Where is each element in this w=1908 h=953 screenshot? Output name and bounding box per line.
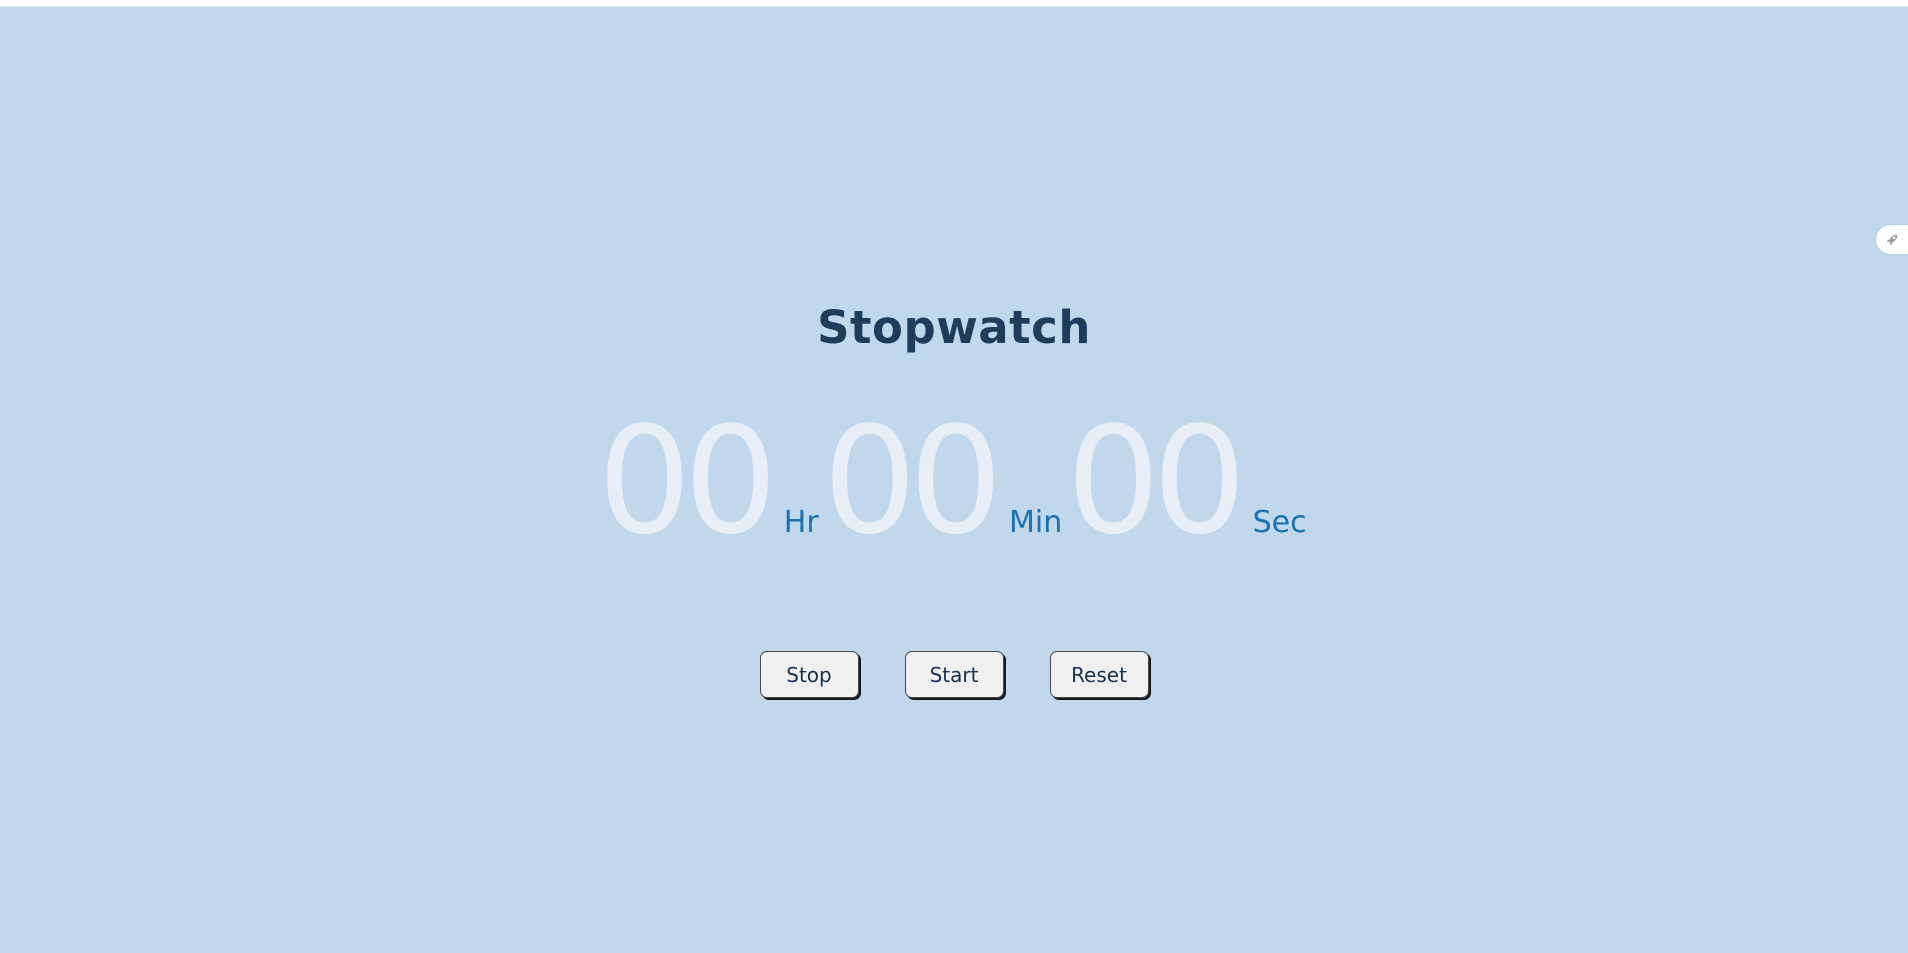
seconds-unit-label: Sec (1252, 505, 1307, 540)
control-buttons: Stop Start Reset (0, 651, 1908, 698)
start-button[interactable]: Start (904, 651, 1004, 698)
hours-value: 00 (597, 395, 777, 567)
hours-unit-label: Hr (783, 505, 819, 540)
minutes-unit-label: Min (1009, 505, 1063, 540)
stop-button[interactable]: Stop (759, 651, 859, 698)
reset-button[interactable]: Reset (1049, 651, 1149, 698)
stopwatch-page: Stopwatch 00 Hr 00 Min 00 Sec Stop Start… (0, 7, 1908, 953)
page-title: Stopwatch (817, 301, 1091, 354)
side-tool-button[interactable] (1876, 225, 1908, 254)
seconds-value: 00 (1066, 395, 1246, 567)
minutes-value: 00 (822, 395, 1003, 567)
top-strip (0, 0, 1908, 7)
rocket-icon (1886, 234, 1898, 245)
time-display: 00 Hr 00 Min 00 Sec (0, 407, 1908, 555)
